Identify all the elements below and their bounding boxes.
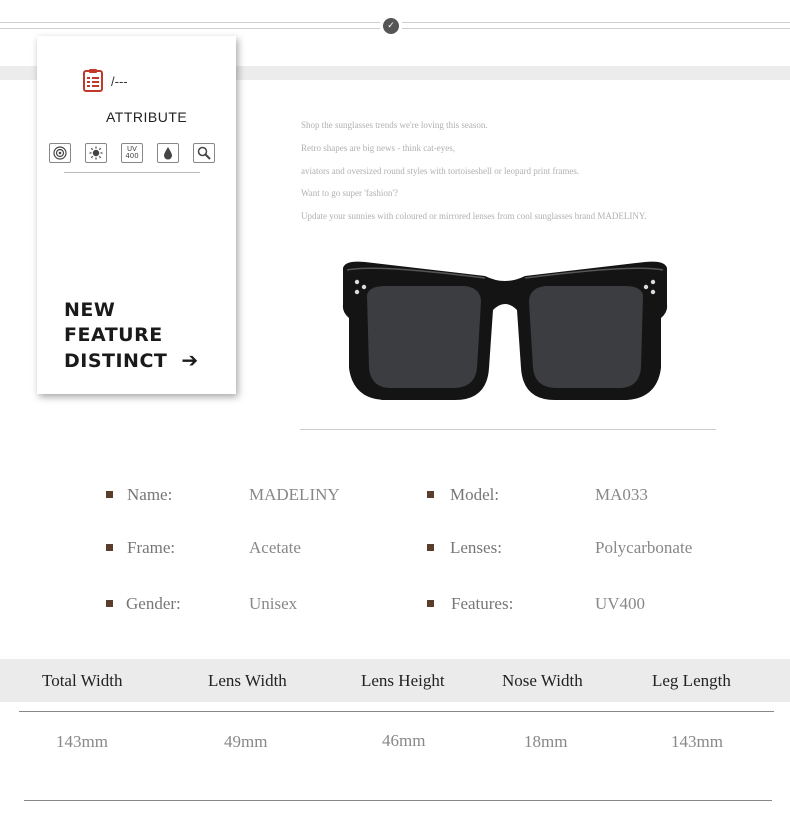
spec-bullet (106, 491, 113, 498)
spec-bullet (106, 544, 113, 551)
spec-value-lenses: Polycarbonate (595, 538, 693, 557)
card-divider (64, 172, 200, 173)
top-rule-right-lower (402, 28, 790, 29)
size-value-nose-width: 18mm (524, 732, 568, 751)
arrow-right-icon: ➔ (181, 348, 199, 372)
spec-bullet (427, 544, 434, 551)
spec-value-name: MADELINY (249, 485, 340, 504)
uv-icon-line2: 400 (125, 152, 139, 160)
top-rule-left (0, 22, 380, 23)
spec-bullet (427, 491, 434, 498)
description-line: Shop the sunglasses trends we're loving … (301, 120, 488, 130)
feature-line-feature: FEATURE (64, 324, 163, 346)
top-rule-right (402, 22, 790, 23)
size-value-leg-length: 143mm (671, 732, 723, 751)
spec-value-features: UV400 (595, 594, 646, 613)
product-divider (300, 429, 716, 430)
description-line: Update your sunnies with coloured or mir… (301, 211, 647, 222)
size-header-lens-width: Lens Width (208, 671, 287, 690)
description-line: Want to go super 'fashion'? (301, 188, 398, 199)
size-header-lens-height: Lens Height (361, 671, 445, 690)
target-icon (49, 143, 71, 163)
card-title: ATTRIBUTE (106, 109, 188, 125)
spec-bullet (427, 600, 434, 607)
attribute-icon-row: UV 400 (49, 143, 215, 163)
description-line: Retro shapes are big news - think cat-ey… (301, 142, 455, 153)
card-top-label: /--- (111, 74, 128, 89)
size-value-lens-height: 46mm (382, 731, 426, 750)
clipboard-icon (83, 69, 103, 92)
sunglasses-image (342, 261, 668, 400)
spec-label-model: Model: (450, 485, 500, 504)
spec-bullet (106, 600, 113, 607)
size-header-total-width: Total Width (42, 671, 123, 690)
chevron-down-icon: ✓ (383, 18, 399, 34)
spec-label-frame: Frame: (127, 538, 176, 557)
top-rule-left-lower (0, 28, 380, 29)
spec-value-frame: Acetate (249, 538, 301, 557)
feature-heading: NEW FEATURE DISTINCT ➔ (64, 298, 199, 374)
size-table-rule-bottom (24, 800, 772, 801)
spec-label-lenses: Lenses: (450, 538, 502, 557)
spec-label-features: Features: (451, 594, 514, 613)
spec-value-model: MA033 (595, 485, 648, 504)
size-header-nose-width: Nose Width (502, 671, 583, 690)
uv400-icon: UV 400 (121, 143, 143, 163)
sun-icon (85, 143, 107, 163)
spec-label-name: Name: (127, 485, 173, 504)
size-table-rule-top (19, 711, 774, 712)
attribute-card: /--- ATTRIBUTE UV 400 NEW FEATURE DISTIN… (37, 36, 236, 394)
description-line: aviators and oversized round styles with… (301, 165, 580, 176)
size-header-leg-length: Leg Length (652, 671, 731, 690)
spec-value-gender: Unisex (249, 594, 298, 613)
feature-line-new: NEW (64, 299, 116, 321)
water-drop-icon (157, 143, 179, 163)
product-description: Shop the sunglasses trends we're loving … (301, 114, 647, 228)
size-value-total-width: 143mm (56, 732, 108, 751)
top-decorative-strip: ✓ (0, 0, 790, 40)
magnifier-icon (193, 143, 215, 163)
feature-line-distinct: DISTINCT ➔ (64, 348, 199, 372)
size-value-lens-width: 49mm (224, 732, 268, 751)
spec-label-gender: Gender: (126, 594, 181, 613)
